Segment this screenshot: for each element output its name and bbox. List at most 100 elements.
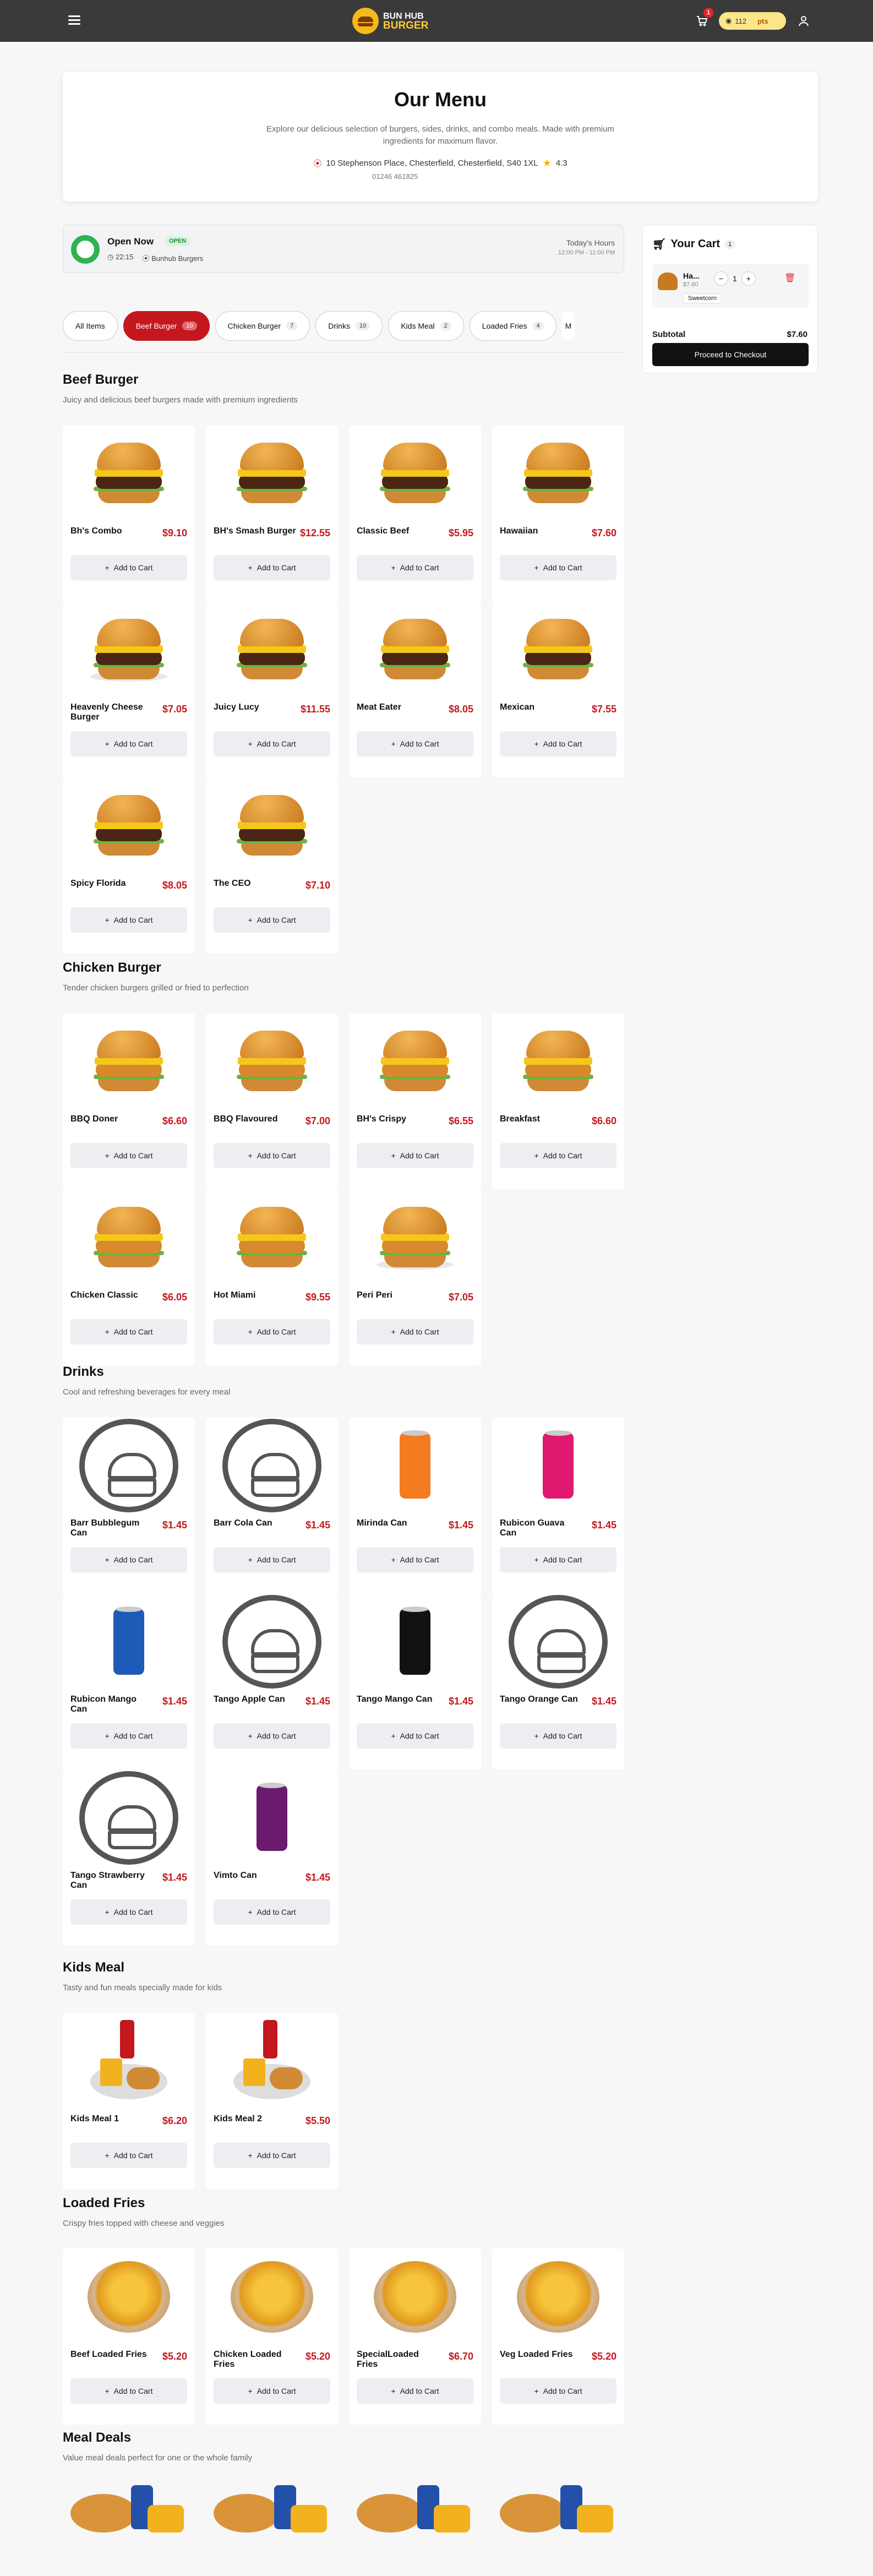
add-to-cart-button[interactable]: + Add to Cart	[70, 1899, 187, 1925]
add-to-cart-button[interactable]: + Add to Cart	[214, 907, 330, 933]
menu-item-card[interactable]: Heavenly Cheese Burger $7.05 + Add to Cart	[63, 601, 195, 777]
menu-item-image[interactable]	[68, 1771, 189, 1865]
menu-item-image[interactable]	[211, 2253, 332, 2341]
menu-item-image[interactable]	[68, 1194, 189, 1282]
menu-item-card[interactable]: Kids Meal 2 $5.50 + Add to Cart	[206, 2013, 338, 2189]
menu-item-image[interactable]	[498, 606, 619, 694]
add-to-cart-button[interactable]: + Add to Cart	[70, 731, 187, 756]
add-to-cart-button[interactable]: + Add to Cart	[357, 731, 473, 756]
menu-item-card[interactable]: Mexican $7.55 + Add to Cart	[492, 601, 624, 777]
tab-chicken-burger[interactable]: Chicken Burger 7	[215, 311, 310, 341]
menu-item-card[interactable]: Breakfast $6.60 + Add to Cart	[492, 1013, 624, 1189]
menu-item-card[interactable]: Hawaiian $7.60 + Add to Cart	[492, 425, 624, 601]
menu-item-image[interactable]	[68, 2017, 189, 2105]
add-to-cart-button[interactable]: + Add to Cart	[500, 1143, 616, 1168]
add-to-cart-button[interactable]: + Add to Cart	[70, 1547, 187, 1572]
add-to-cart-button[interactable]: + Add to Cart	[357, 555, 473, 580]
add-to-cart-button[interactable]: + Add to Cart	[214, 2378, 330, 2404]
menu-item-card[interactable]: Tango Apple Can $1.45 + Add to Cart	[206, 1593, 338, 1769]
meal-deal-image[interactable]	[70, 2483, 186, 2538]
menu-item-image[interactable]	[68, 1017, 189, 1105]
add-to-cart-button[interactable]: + Add to Cart	[214, 555, 330, 580]
menu-item-image[interactable]	[354, 1598, 476, 1686]
add-to-cart-button[interactable]: + Add to Cart	[500, 731, 616, 756]
add-to-cart-button[interactable]: + Add to Cart	[70, 1319, 187, 1344]
checkout-button[interactable]: Proceed to Checkout	[652, 343, 809, 366]
menu-item-card[interactable]: Beef Loaded Fries $5.20 + Add to Cart	[63, 2248, 195, 2425]
menu-item-card[interactable]: Tango Mango Can $1.45 + Add to Cart	[349, 1593, 481, 1769]
add-to-cart-button[interactable]: + Add to Cart	[70, 555, 187, 580]
brand-logo[interactable]: BUN HUB BURGER	[352, 3, 428, 39]
add-to-cart-button[interactable]: + Add to Cart	[214, 731, 330, 756]
menu-item-image[interactable]	[68, 1419, 189, 1512]
menu-item-card[interactable]: BBQ Doner $6.60 + Add to Cart	[63, 1013, 195, 1189]
menu-item-image[interactable]	[498, 2253, 619, 2341]
menu-item-card[interactable]: Hot Miami $9.55 + Add to Cart	[206, 1189, 338, 1365]
add-to-cart-button[interactable]: + Add to Cart	[70, 1143, 187, 1168]
menu-item-card[interactable]: Bh's Combo $9.10 + Add to Cart	[63, 425, 195, 601]
add-to-cart-button[interactable]: + Add to Cart	[214, 1143, 330, 1168]
tab-kids-meal[interactable]: Kids Meal 2	[388, 311, 464, 341]
menu-item-card[interactable]: Rubicon Mango Can $1.45 + Add to Cart	[63, 1593, 195, 1769]
user-account-icon[interactable]	[797, 14, 810, 28]
menu-item-image[interactable]	[211, 1194, 332, 1282]
tab-all-items[interactable]: All Items	[63, 311, 118, 341]
menu-item-image[interactable]	[211, 1595, 332, 1689]
add-to-cart-button[interactable]: + Add to Cart	[214, 1319, 330, 1344]
menu-item-card[interactable]: Tango Orange Can $1.45 + Add to Cart	[492, 1593, 624, 1769]
menu-item-card[interactable]: BBQ Flavoured $7.00 + Add to Cart	[206, 1013, 338, 1189]
meal-deal-image[interactable]	[500, 2483, 615, 2538]
menu-item-image[interactable]	[354, 1422, 476, 1510]
add-to-cart-button[interactable]: + Add to Cart	[500, 2378, 616, 2404]
menu-item-image[interactable]	[354, 1194, 476, 1282]
add-to-cart-button[interactable]: + Add to Cart	[357, 1547, 473, 1572]
menu-item-card[interactable]: Mirinda Can $1.45 + Add to Cart	[349, 1417, 481, 1593]
tab-drinks[interactable]: Drinks 10	[315, 311, 383, 341]
menu-item-image[interactable]	[354, 606, 476, 694]
tab-loaded-fries[interactable]: Loaded Fries 4	[469, 311, 556, 341]
menu-item-image[interactable]	[211, 606, 332, 694]
add-to-cart-button[interactable]: + Add to Cart	[214, 1547, 330, 1572]
meal-deal-image[interactable]	[357, 2483, 472, 2538]
loyalty-points-pill[interactable]: ◉ 112 pts	[719, 12, 786, 30]
menu-item-card[interactable]: The CEO $7.10 + Add to Cart	[206, 777, 338, 954]
add-to-cart-button[interactable]: + Add to Cart	[357, 1723, 473, 1749]
menu-item-image[interactable]	[354, 429, 476, 518]
menu-item-image[interactable]	[211, 782, 332, 870]
menu-item-card[interactable]: Spicy Florida $8.05 + Add to Cart	[63, 777, 195, 954]
menu-item-image[interactable]	[211, 1017, 332, 1105]
menu-item-card[interactable]: Meat Eater $8.05 + Add to Cart	[349, 601, 481, 777]
menu-item-image[interactable]	[498, 429, 619, 518]
menu-item-image[interactable]	[68, 606, 189, 694]
menu-item-card[interactable]: BH's Crispy $6.55 + Add to Cart	[349, 1013, 481, 1189]
menu-item-image[interactable]	[498, 1422, 619, 1510]
menu-item-card[interactable]: Chicken Loaded Fries $5.20 + Add to Cart	[206, 2248, 338, 2425]
add-to-cart-button[interactable]: + Add to Cart	[70, 2143, 187, 2168]
menu-item-image[interactable]	[211, 2017, 332, 2105]
add-to-cart-button[interactable]: + Add to Cart	[500, 1723, 616, 1749]
menu-item-image[interactable]	[211, 429, 332, 518]
menu-item-card[interactable]: Vimto Can $1.45 + Add to Cart	[206, 1769, 338, 1946]
add-to-cart-button[interactable]: + Add to Cart	[500, 555, 616, 580]
add-to-cart-button[interactable]: + Add to Cart	[70, 1723, 187, 1749]
add-to-cart-button[interactable]: + Add to Cart	[357, 1143, 473, 1168]
decrease-quantity-button[interactable]: −	[714, 271, 728, 286]
tab-meal-deals[interactable]: M	[561, 311, 575, 341]
meal-deal-image[interactable]	[214, 2483, 329, 2538]
menu-item-card[interactable]: Barr Cola Can $1.45 + Add to Cart	[206, 1417, 338, 1593]
menu-item-image[interactable]	[68, 782, 189, 870]
trash-icon[interactable]: 🗑︎	[784, 273, 795, 284]
menu-item-image[interactable]	[68, 2253, 189, 2341]
menu-item-image[interactable]	[354, 1017, 476, 1105]
restaurant-phone[interactable]: 01246 461825	[63, 172, 818, 181]
menu-item-image[interactable]	[211, 1419, 332, 1512]
add-to-cart-button[interactable]: + Add to Cart	[500, 1547, 616, 1572]
increase-quantity-button[interactable]: +	[741, 271, 756, 286]
menu-item-card[interactable]: Rubicon Guava Can $1.45 + Add to Cart	[492, 1417, 624, 1593]
add-to-cart-button[interactable]: + Add to Cart	[357, 1319, 473, 1344]
menu-item-card[interactable]: Peri Peri $7.05 + Add to Cart	[349, 1189, 481, 1365]
menu-item-card[interactable]: Chicken Classic $6.05 + Add to Cart	[63, 1189, 195, 1365]
add-to-cart-button[interactable]: + Add to Cart	[357, 2378, 473, 2404]
menu-item-card[interactable]: Kids Meal 1 $6.20 + Add to Cart	[63, 2013, 195, 2189]
add-to-cart-button[interactable]: + Add to Cart	[214, 1723, 330, 1749]
